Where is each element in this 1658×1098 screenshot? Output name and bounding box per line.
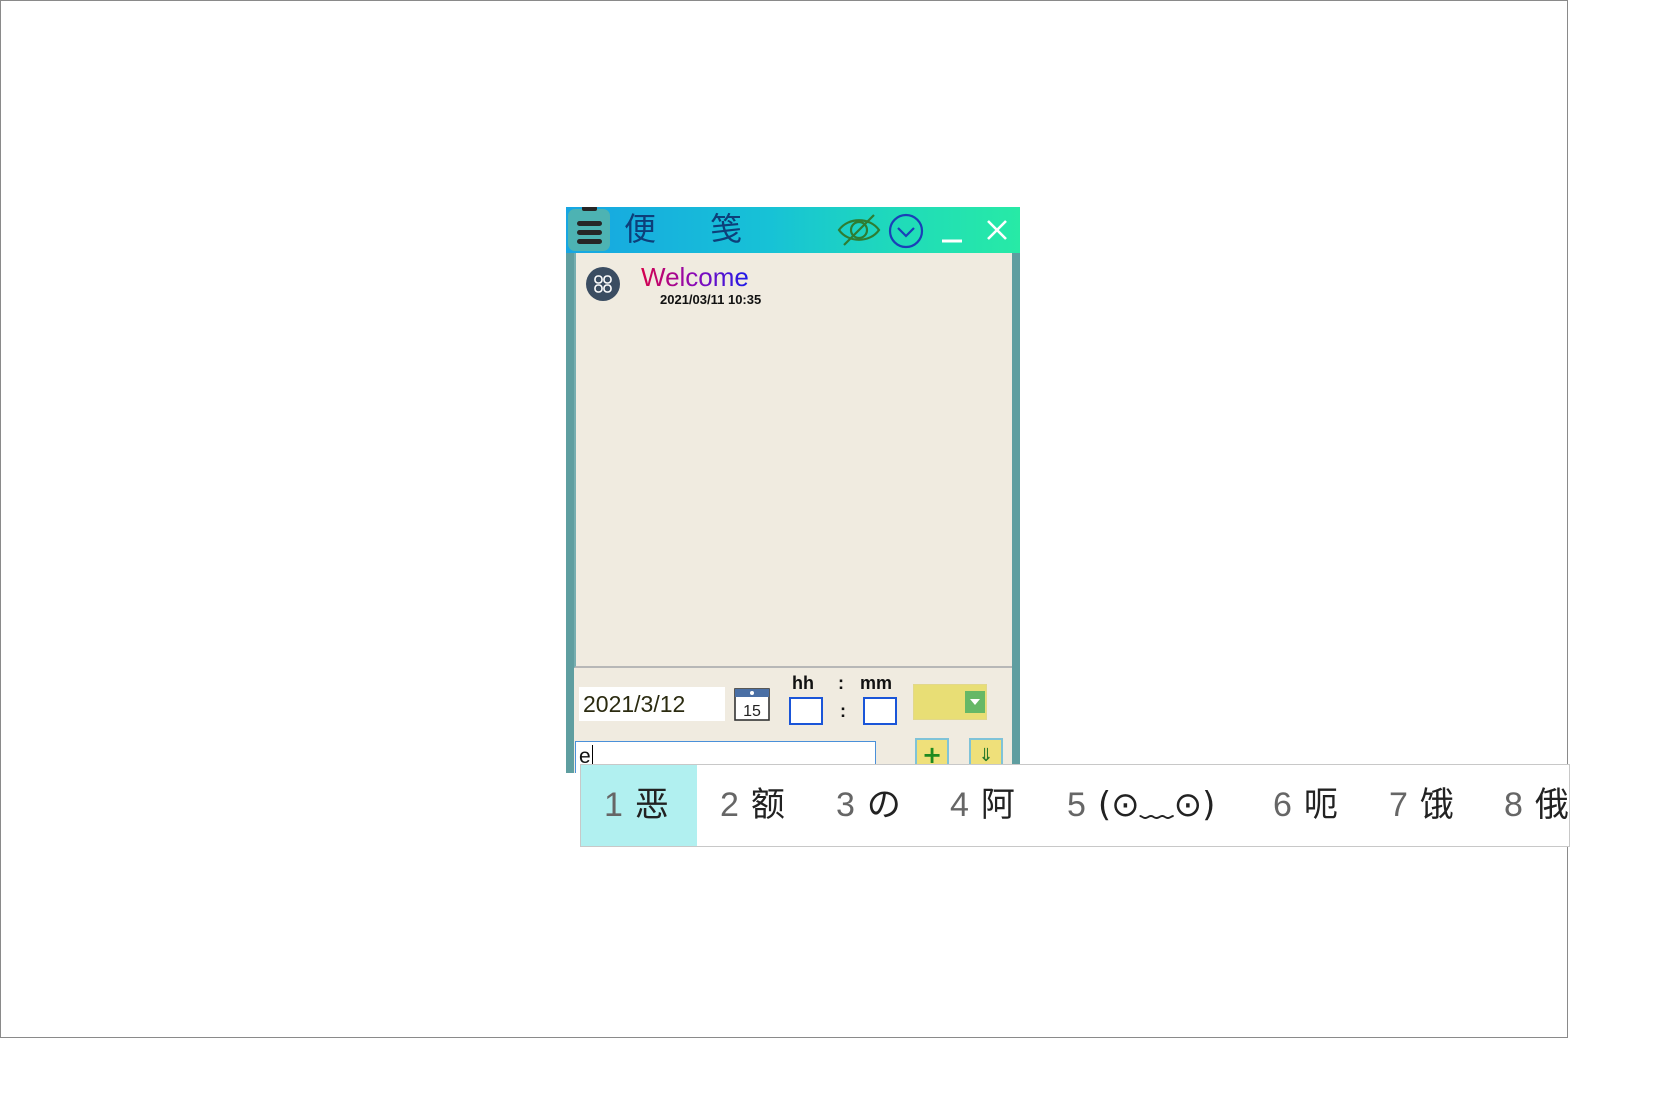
candidate-text: 阿: [980, 785, 1015, 825]
menu-bar-line: [577, 230, 602, 235]
note-timestamp: 2021/03/11 10:35: [660, 292, 762, 307]
date-field[interactable]: 2021/3/12: [579, 687, 725, 721]
candidate-number: 2: [720, 786, 739, 824]
dropdown-arrow[interactable]: [965, 691, 985, 713]
minute-label: mm: [860, 673, 893, 693]
ime-candidate[interactable]: 5 (⊙﹏⊙): [1067, 765, 1215, 846]
candidate-number: 8: [1504, 786, 1523, 824]
ime-candidate[interactable]: 6呃: [1273, 765, 1338, 846]
candidate-text: 恶: [634, 785, 669, 825]
calendar-day-number: 15: [743, 703, 761, 720]
note-avatar[interactable]: [586, 267, 620, 301]
menu-bar-line: [577, 221, 602, 226]
sticky-note-window: 便 笺 Welcome 2021/03/11 10:35 2021/3/12 1…: [566, 207, 1020, 773]
titlebar[interactable]: 便 笺: [566, 207, 1020, 253]
candidate-number: 6: [1273, 786, 1292, 824]
candidate-number: 4: [950, 786, 969, 824]
time-separator: :: [840, 701, 846, 721]
ime-candidate[interactable]: 1恶: [581, 765, 697, 846]
menu-button[interactable]: [568, 207, 610, 251]
candidate-text: の: [866, 785, 901, 825]
candidate-text: 饿: [1419, 785, 1454, 825]
candidate-text: 俄: [1534, 785, 1569, 825]
close-icon[interactable]: [984, 217, 1010, 243]
candidate-text: (⊙﹏⊙): [1097, 785, 1216, 825]
candidate-text: 额: [750, 785, 785, 825]
ime-candidate-bar: 1恶 2额 3の 4阿 5 (⊙﹏⊙) 6呃 7饿 8俄: [580, 764, 1570, 847]
ime-candidate[interactable]: 2额: [720, 765, 785, 846]
eye-slash-icon[interactable]: [836, 211, 882, 249]
menu-bar-line: [577, 239, 602, 244]
candidate-number: 1: [604, 786, 623, 824]
minimize-icon[interactable]: [940, 215, 964, 245]
ime-candidate[interactable]: 7饿: [1389, 765, 1454, 846]
candidate-number: 3: [836, 786, 855, 824]
candidate-number: 5: [1067, 786, 1086, 824]
minute-input[interactable]: [863, 697, 897, 725]
note-title: Welcome: [641, 262, 749, 292]
calendar-icon[interactable]: 15: [733, 686, 771, 722]
ime-candidate[interactable]: 4阿: [950, 765, 1015, 846]
ime-candidate[interactable]: 3の: [836, 765, 901, 846]
caret-down-icon: [970, 699, 980, 705]
candidate-number: 7: [1389, 786, 1408, 824]
window-title: 便 笺: [624, 210, 765, 248]
color-select[interactable]: [913, 684, 987, 720]
note-controls: 2021/3/12 15 hh : mm : e + ⇓: [574, 668, 1012, 773]
chevron-down-icon[interactable]: [887, 212, 925, 250]
menu-button-knob: [582, 207, 597, 211]
time-separator: :: [838, 673, 844, 693]
candidate-text: 呃: [1303, 785, 1338, 825]
hour-input[interactable]: [789, 697, 823, 725]
grid-icon: [594, 275, 612, 293]
note-list: Welcome 2021/03/11 10:35: [574, 253, 1012, 668]
ime-candidate[interactable]: 8俄: [1504, 765, 1569, 846]
hour-label: hh: [792, 673, 814, 693]
